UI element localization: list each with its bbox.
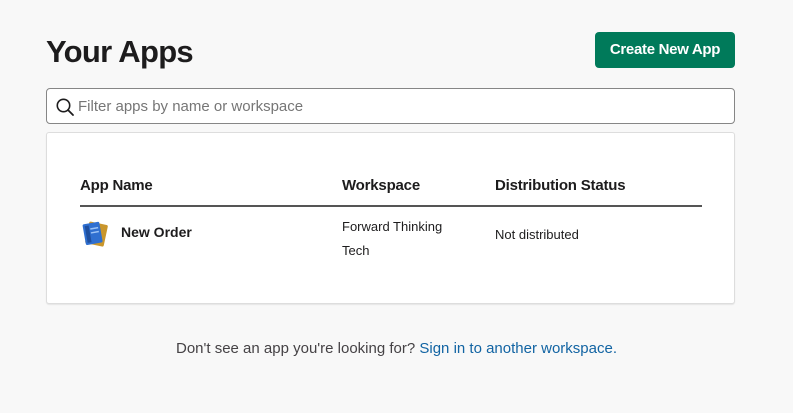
search-icon	[56, 98, 74, 116]
footer-period: .	[612, 340, 617, 357]
sign-in-another-workspace-link[interactable]: Sign in to another workspace	[419, 340, 612, 357]
column-header-distribution-status: Distribution Status	[495, 177, 626, 194]
app-distribution-status: Not distributed	[495, 227, 579, 242]
page-title: Your Apps	[46, 34, 194, 69]
app-name: New Order	[121, 224, 192, 240]
header-divider	[80, 205, 702, 207]
table-row: New Order Forward Thinking Tech Not dist…	[47, 209, 736, 269]
search-input[interactable]	[78, 89, 728, 123]
notebook-icon	[82, 221, 108, 247]
column-header-app-name: App Name	[80, 177, 153, 194]
footer-note: Don't see an app you're looking for? Sig…	[0, 340, 793, 357]
footer-prompt: Don't see an app you're looking for?	[175, 340, 416, 357]
apps-table: App Name Workspace Distribution Status N…	[46, 132, 735, 304]
app-workspace: Forward Thinking Tech	[342, 219, 443, 258]
search-box[interactable]	[46, 88, 735, 124]
create-new-app-button[interactable]: Create New App	[595, 32, 735, 68]
column-header-workspace: Workspace	[342, 177, 420, 194]
your-apps-page: Your Apps Create New App App Name Worksp…	[0, 0, 793, 413]
